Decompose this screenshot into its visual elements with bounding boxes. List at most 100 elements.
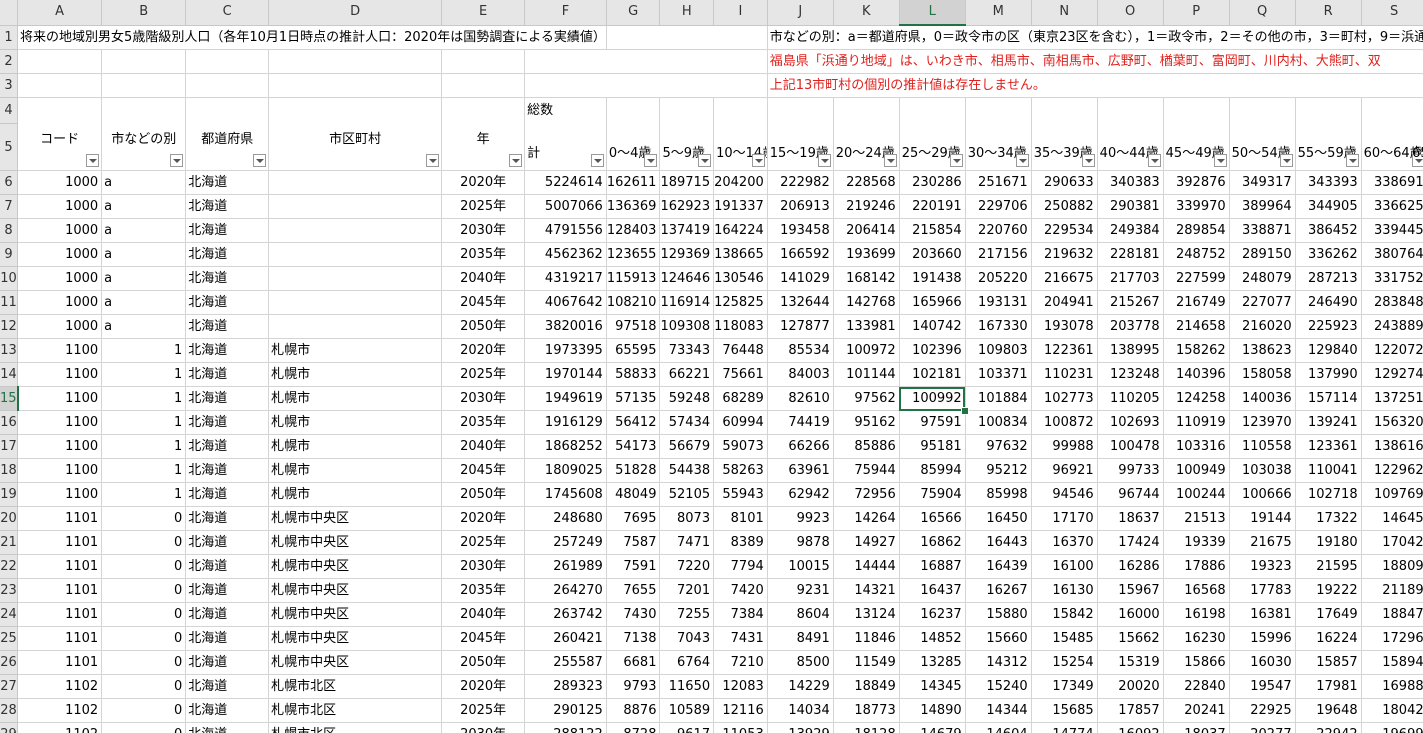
column-filter-header[interactable]: 30～34歳 — [965, 123, 1032, 171]
filter-dropdown-icon[interactable] — [590, 154, 604, 167]
cell-value[interactable]: 4319217 — [524, 266, 607, 291]
row-header[interactable]: 4 — [0, 97, 19, 124]
cell-value[interactable]: 255587 — [524, 650, 607, 675]
cell-value[interactable]: 287213 — [1295, 266, 1362, 291]
cell-value[interactable]: 193699 — [833, 242, 900, 267]
cell-value[interactable]: 20277 — [1229, 722, 1296, 733]
cell-code[interactable]: 1000 — [17, 266, 103, 291]
cell-value[interactable]: 55943 — [713, 482, 768, 507]
cell-value[interactable]: 249384 — [1097, 218, 1164, 243]
cell-value[interactable]: 193078 — [1031, 314, 1098, 339]
cell-value[interactable]: 16030 — [1229, 650, 1296, 675]
cell-value[interactable]: 130546 — [713, 266, 768, 291]
column-header[interactable]: F — [524, 0, 607, 26]
row-header[interactable]: 9 — [0, 242, 19, 267]
cell-value[interactable]: 206913 — [767, 194, 834, 219]
column-filter-header[interactable]: 0～4歳 — [606, 123, 661, 171]
cell-value[interactable]: 9231 — [767, 578, 834, 603]
cell-value[interactable]: 14264 — [833, 506, 900, 531]
cell-code[interactable]: 1000 — [17, 314, 103, 339]
column-header[interactable]: S — [1361, 0, 1423, 26]
row-header[interactable]: 14 — [0, 362, 19, 387]
cell-value[interactable]: 17649 — [1295, 602, 1362, 627]
cell-value[interactable]: 8500 — [767, 650, 834, 675]
cell-year[interactable]: 2050年 — [441, 650, 526, 675]
cell-value[interactable]: 58833 — [606, 362, 661, 387]
cell-code[interactable]: 1102 — [17, 722, 103, 733]
cell-value[interactable]: 16439 — [965, 554, 1032, 579]
row-header[interactable]: 18 — [0, 458, 19, 483]
column-filter-header[interactable]: コード — [17, 123, 103, 171]
cell-value[interactable]: 14344 — [965, 698, 1032, 723]
cell-value[interactable]: 85886 — [833, 434, 900, 459]
cell-value[interactable]: 100872 — [1031, 410, 1098, 435]
cell-value[interactable]: 103316 — [1163, 434, 1230, 459]
cell-value[interactable]: 138623 — [1229, 338, 1296, 363]
cell-value[interactable]: 110558 — [1229, 434, 1296, 459]
cell-code[interactable]: 1100 — [17, 410, 103, 435]
cell-value[interactable]: 7210 — [713, 650, 768, 675]
cell-value[interactable]: 108210 — [606, 290, 661, 315]
filter-dropdown-icon[interactable] — [1015, 154, 1029, 167]
cell-value[interactable]: 6764 — [659, 650, 715, 675]
cell-value[interactable]: 225923 — [1295, 314, 1362, 339]
cell-kind[interactable]: 0 — [101, 602, 187, 627]
cell-municipality[interactable]: 札幌市 — [268, 434, 443, 459]
cell-value[interactable]: 5224614 — [524, 170, 607, 195]
cell-value[interactable]: 14604 — [965, 722, 1032, 733]
cell-value[interactable]: 158058 — [1229, 362, 1296, 387]
cell-value[interactable]: 1916129 — [524, 410, 607, 435]
cell-value[interactable]: 76448 — [713, 338, 768, 363]
cell-value[interactable]: 219632 — [1031, 242, 1098, 267]
cell-value[interactable]: 16092 — [1097, 722, 1164, 733]
column-header[interactable]: C — [185, 0, 270, 26]
cell-value[interactable]: 389964 — [1229, 194, 1296, 219]
cell-value[interactable]: 1745608 — [524, 482, 607, 507]
cell-municipality[interactable] — [268, 314, 443, 339]
cell-value[interactable]: 138616 — [1361, 434, 1423, 459]
cell-value[interactable]: 220191 — [899, 194, 966, 219]
cell-value[interactable]: 18128 — [833, 722, 900, 733]
cell-value[interactable]: 17170 — [1031, 506, 1098, 531]
cell-value[interactable]: 164224 — [713, 218, 768, 243]
cell-value[interactable]: 100834 — [965, 410, 1032, 435]
cell-value[interactable]: 59248 — [659, 386, 715, 411]
cell-value[interactable]: 263742 — [524, 602, 607, 627]
cell-value[interactable]: 248079 — [1229, 266, 1296, 291]
row-header[interactable]: 7 — [0, 194, 19, 219]
cell-year[interactable]: 2045年 — [441, 626, 526, 651]
select-all-corner[interactable] — [0, 0, 19, 26]
cell-value[interactable]: 17322 — [1295, 506, 1362, 531]
cell-value[interactable]: 248752 — [1163, 242, 1230, 267]
cell-prefecture[interactable]: 北海道 — [185, 722, 270, 733]
cell-code[interactable]: 1000 — [17, 170, 103, 195]
cell-municipality[interactable]: 札幌市北区 — [268, 722, 443, 733]
column-filter-header[interactable]: 年 — [441, 123, 526, 171]
cell-value[interactable]: 220760 — [965, 218, 1032, 243]
cell-value[interactable]: 13124 — [833, 602, 900, 627]
cell-value[interactable]: 1868252 — [524, 434, 607, 459]
cell-value[interactable]: 56679 — [659, 434, 715, 459]
cell-value[interactable]: 193131 — [965, 290, 1032, 315]
cell-value[interactable]: 51828 — [606, 458, 661, 483]
cell-value[interactable]: 12116 — [713, 698, 768, 723]
cell-kind[interactable]: 1 — [101, 458, 187, 483]
cell-year[interactable]: 2045年 — [441, 290, 526, 315]
cell-value[interactable]: 133981 — [833, 314, 900, 339]
cell-value[interactable]: 102181 — [899, 362, 966, 387]
cell-value[interactable]: 123361 — [1295, 434, 1362, 459]
cell-value[interactable]: 7430 — [606, 602, 661, 627]
cell-value[interactable]: 84003 — [767, 362, 834, 387]
cell-year[interactable]: 2020年 — [441, 170, 526, 195]
cell-municipality[interactable] — [268, 290, 443, 315]
filter-dropdown-icon[interactable] — [751, 154, 765, 167]
cell-value[interactable]: 227077 — [1229, 290, 1296, 315]
row-header[interactable]: 26 — [0, 650, 19, 675]
cell-prefecture[interactable]: 北海道 — [185, 314, 270, 339]
cell-value[interactable]: 8073 — [659, 506, 715, 531]
cell-value[interactable]: 140396 — [1163, 362, 1230, 387]
cell-value[interactable]: 17424 — [1097, 530, 1164, 555]
cell-value[interactable]: 214658 — [1163, 314, 1230, 339]
cell-value[interactable]: 9793 — [606, 674, 661, 699]
cell-value[interactable]: 1949619 — [524, 386, 607, 411]
